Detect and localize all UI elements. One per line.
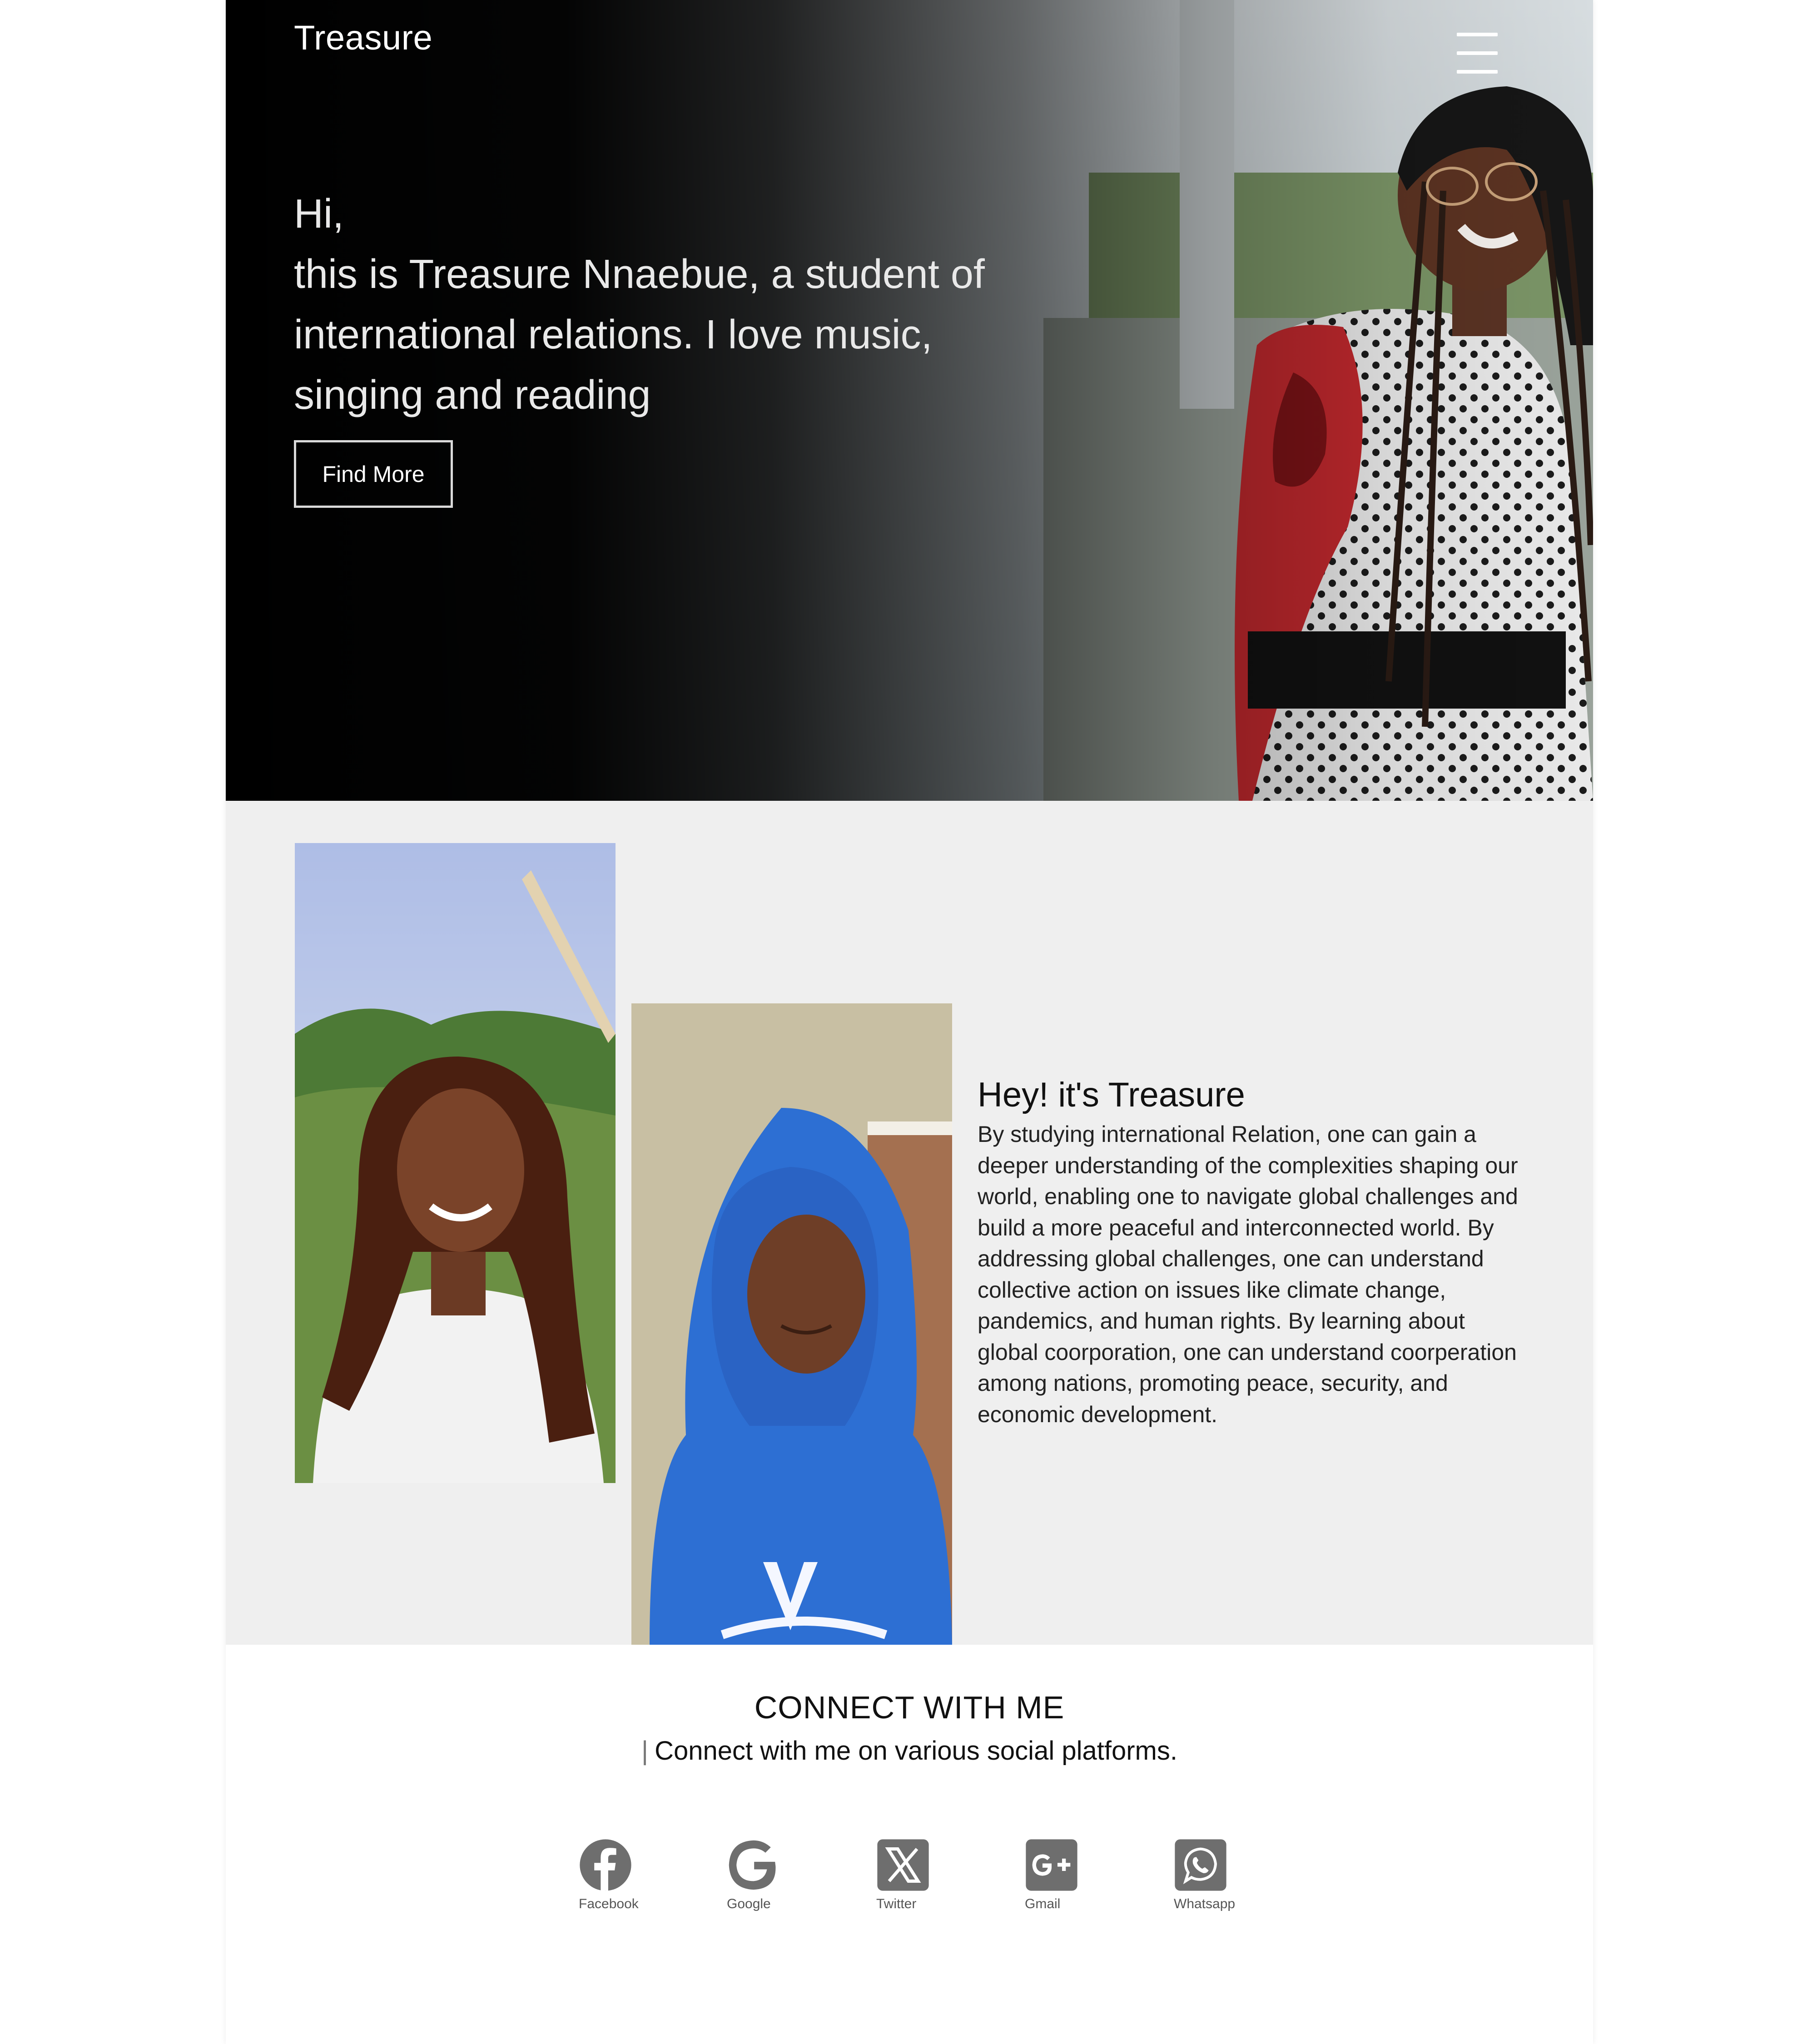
connect-subtitle: | Connect with me on various social platf… — [226, 1736, 1593, 1766]
social-link-google[interactable]: Google — [727, 1838, 818, 1925]
brand-logo[interactable]: Treasure — [294, 18, 432, 58]
hero-greeting: Hi, — [294, 191, 344, 237]
subtitle-bar: | — [641, 1736, 649, 1766]
about-description: By studying international Relation, one … — [978, 1121, 1518, 1427]
about-section: Hey! it's Treasure By studying internati… — [226, 801, 1593, 1645]
connect-section: CONNECT WITH ME | Connect with me on vari… — [226, 1645, 1593, 2044]
profile-photo-outdoor — [295, 843, 616, 1483]
connect-subtitle-text: Connect with me on various social platfo… — [655, 1736, 1177, 1766]
hero-intro-text: this is Treasure Nnaebue, a student of i… — [294, 252, 985, 418]
social-link-facebook[interactable]: Facebook — [579, 1838, 670, 1925]
social-label: Whatsapp — [1174, 1896, 1236, 1911]
connect-title: CONNECT WITH ME — [754, 1690, 1065, 1725]
hero-intro: Hi, this is Treasure Nnaebue, a student … — [294, 184, 1066, 426]
profile-photo-hoodie — [631, 1003, 952, 1645]
hero-section: Treasure Hi, this is Treasure Nnaebue, a… — [226, 0, 1593, 801]
whatsapp-icon — [1175, 1839, 1226, 1891]
hamburger-menu-icon[interactable] — [1457, 33, 1498, 74]
page: Treasure Hi, this is Treasure Nnaebue, a… — [226, 0, 1593, 2044]
social-label: Gmail — [1025, 1896, 1061, 1911]
social-label: Twitter — [876, 1896, 917, 1911]
google-plus-icon — [1026, 1839, 1077, 1891]
find-more-button[interactable]: Find More — [294, 440, 453, 508]
social-label: Google — [727, 1896, 771, 1911]
about-title: Hey! it's Treasure — [978, 1076, 1245, 1114]
facebook-icon — [580, 1839, 631, 1891]
google-icon — [729, 1840, 776, 1890]
x-twitter-icon — [877, 1839, 929, 1891]
social-link-twitter[interactable]: Twitter — [876, 1838, 967, 1925]
social-label: Facebook — [579, 1896, 639, 1911]
social-link-whatsapp[interactable]: Whatsapp — [1174, 1838, 1265, 1925]
social-link-gmail[interactable]: Gmail — [1025, 1838, 1116, 1925]
